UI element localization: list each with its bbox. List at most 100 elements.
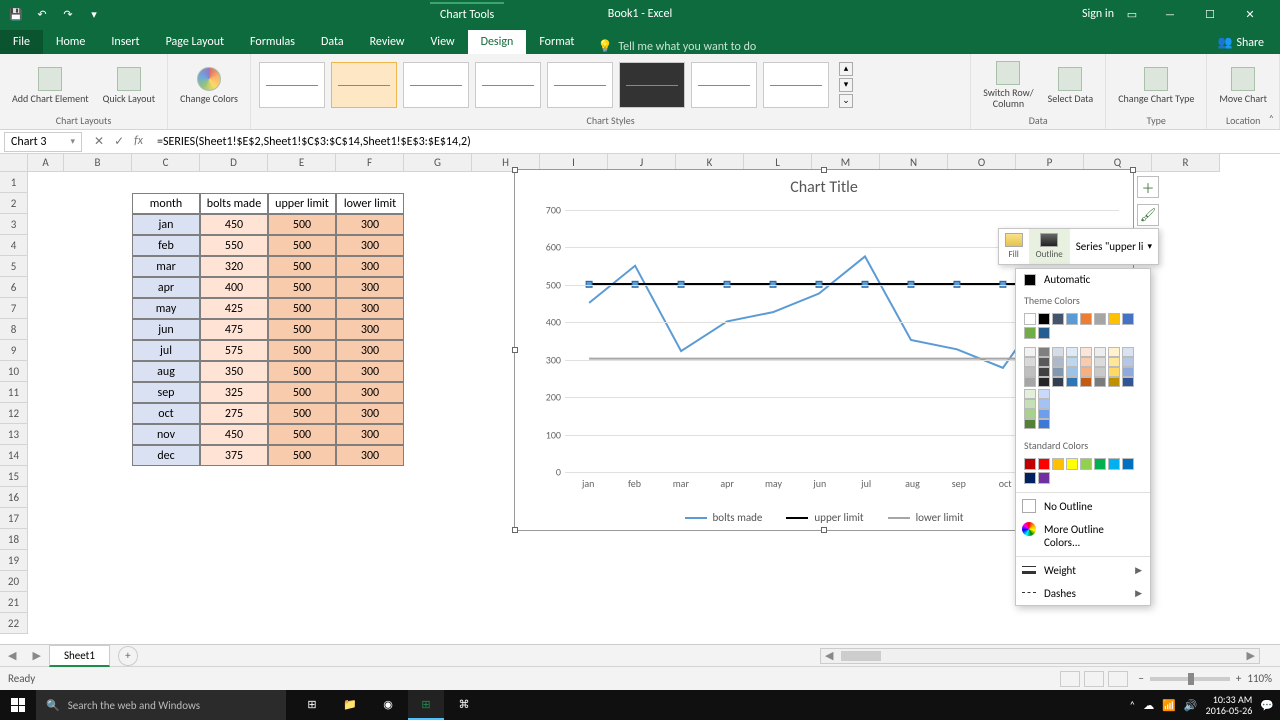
color-swatch[interactable]	[1024, 357, 1036, 367]
sheet-nav-next-icon[interactable]: ▶	[24, 649, 48, 662]
column-header[interactable]: B	[64, 154, 132, 172]
table-cell[interactable]: 500	[268, 382, 336, 403]
color-swatch[interactable]	[1024, 409, 1036, 419]
color-swatch[interactable]	[1024, 389, 1036, 399]
minimize-button[interactable]: —	[1150, 0, 1190, 28]
table-cell[interactable]: 320	[200, 256, 268, 277]
network-icon[interactable]: 📶	[1162, 699, 1176, 712]
color-swatch[interactable]	[1066, 357, 1078, 367]
row-header[interactable]: 4	[0, 235, 28, 256]
color-swatch[interactable]	[1038, 458, 1050, 470]
add-chart-element-button[interactable]: Add Chart Element	[8, 65, 93, 106]
no-outline-item[interactable]: No Outline	[1016, 495, 1150, 518]
more-outline-colors-item[interactable]: More Outline Colors...	[1016, 518, 1150, 554]
color-swatch[interactable]	[1038, 419, 1050, 429]
name-box[interactable]: Chart 3 ▾	[4, 132, 82, 152]
table-cell[interactable]: 300	[336, 235, 404, 256]
table-cell[interactable]: 475	[200, 319, 268, 340]
color-swatch[interactable]	[1122, 313, 1134, 325]
excel-icon[interactable]: ⊞	[408, 690, 444, 720]
table-cell[interactable]: apr	[132, 277, 200, 298]
color-swatch[interactable]	[1024, 367, 1036, 377]
table-cell[interactable]: 300	[336, 361, 404, 382]
column-header[interactable]: G	[404, 154, 472, 172]
color-swatch[interactable]	[1052, 458, 1064, 470]
color-swatch[interactable]	[1080, 313, 1092, 325]
zoom-out-button[interactable]: −	[1138, 672, 1143, 685]
color-swatch[interactable]	[1122, 347, 1134, 357]
color-swatch[interactable]	[1066, 367, 1078, 377]
table-cell[interactable]: may	[132, 298, 200, 319]
row-header[interactable]: 2	[0, 193, 28, 214]
chart-style-4[interactable]	[475, 62, 541, 108]
sheet-tab-sheet1[interactable]: Sheet1	[49, 645, 110, 667]
chart-title[interactable]: Chart Title	[515, 178, 1133, 197]
table-cell[interactable]: 300	[336, 382, 404, 403]
color-swatch[interactable]	[1024, 458, 1036, 470]
table-cell[interactable]: 400	[200, 277, 268, 298]
color-swatch[interactable]	[1122, 357, 1134, 367]
table-cell[interactable]: 300	[336, 214, 404, 235]
enter-formula-icon[interactable]: ✓	[114, 134, 124, 149]
tell-me-search[interactable]: 💡 Tell me what you want to do	[597, 39, 756, 54]
page-layout-view-button[interactable]	[1084, 671, 1104, 687]
color-swatch[interactable]	[1066, 377, 1078, 387]
chart-styles-button[interactable]: 🖌	[1137, 204, 1159, 226]
color-swatch[interactable]	[1024, 347, 1036, 357]
table-cell[interactable]: 500	[268, 340, 336, 361]
row-header[interactable]: 21	[0, 592, 28, 613]
row-header[interactable]: 8	[0, 319, 28, 340]
legend-item[interactable]: upper limit	[786, 511, 863, 524]
move-chart-button[interactable]: Move Chart	[1215, 65, 1271, 106]
scroll-thumb[interactable]	[841, 651, 881, 661]
table-cell[interactable]: month	[132, 193, 200, 214]
app-icon[interactable]: ⌘	[446, 690, 482, 720]
table-cell[interactable]: dec	[132, 445, 200, 466]
table-cell[interactable]: 500	[268, 424, 336, 445]
page-break-view-button[interactable]	[1108, 671, 1128, 687]
column-header[interactable]: R	[1152, 154, 1220, 172]
table-cell[interactable]: 300	[336, 277, 404, 298]
color-swatch[interactable]	[1038, 472, 1050, 484]
tab-data[interactable]: Data	[308, 30, 357, 54]
tab-file[interactable]: File	[0, 30, 43, 54]
table-cell[interactable]: 500	[268, 235, 336, 256]
color-swatch[interactable]	[1052, 377, 1064, 387]
chart-style-8[interactable]	[763, 62, 829, 108]
cancel-formula-icon[interactable]: ✕	[94, 134, 104, 149]
row-header[interactable]: 19	[0, 550, 28, 571]
color-swatch[interactable]	[1094, 313, 1106, 325]
color-swatch[interactable]	[1080, 458, 1092, 470]
gallery-more-icon[interactable]: ⌄	[839, 94, 853, 108]
taskbar-clock[interactable]: 10:33 AM 2016-05-26	[1206, 694, 1253, 716]
chart-style-3[interactable]	[403, 62, 469, 108]
redo-icon[interactable]: ↷	[60, 6, 76, 22]
normal-view-button[interactable]	[1060, 671, 1080, 687]
horizontal-scrollbar[interactable]: ◀ ▶	[820, 648, 1260, 664]
column-header[interactable]: C	[132, 154, 200, 172]
row-header[interactable]: 14	[0, 445, 28, 466]
table-cell[interactable]: aug	[132, 361, 200, 382]
column-header[interactable]: F	[336, 154, 404, 172]
row-header[interactable]: 17	[0, 508, 28, 529]
share-button[interactable]: 👥 Share	[1209, 31, 1272, 54]
color-swatch[interactable]	[1052, 347, 1064, 357]
color-swatch[interactable]	[1108, 458, 1120, 470]
color-swatch[interactable]	[1066, 347, 1078, 357]
tray-up-icon[interactable]: ˄	[1129, 699, 1135, 712]
color-swatch[interactable]	[1066, 458, 1078, 470]
save-icon[interactable]: 💾	[8, 6, 24, 22]
color-swatch[interactable]	[1038, 327, 1050, 339]
table-cell[interactable]: 500	[268, 319, 336, 340]
table-cell[interactable]: nov	[132, 424, 200, 445]
action-center-icon[interactable]: 💬	[1260, 699, 1274, 712]
table-cell[interactable]: 275	[200, 403, 268, 424]
color-swatch[interactable]	[1024, 327, 1036, 339]
color-swatch[interactable]	[1024, 419, 1036, 429]
color-swatch[interactable]	[1122, 377, 1134, 387]
new-sheet-button[interactable]: +	[118, 646, 138, 666]
color-swatch[interactable]	[1038, 377, 1050, 387]
row-header[interactable]: 15	[0, 466, 28, 487]
chart-style-7[interactable]	[691, 62, 757, 108]
tab-home[interactable]: Home	[43, 30, 98, 54]
